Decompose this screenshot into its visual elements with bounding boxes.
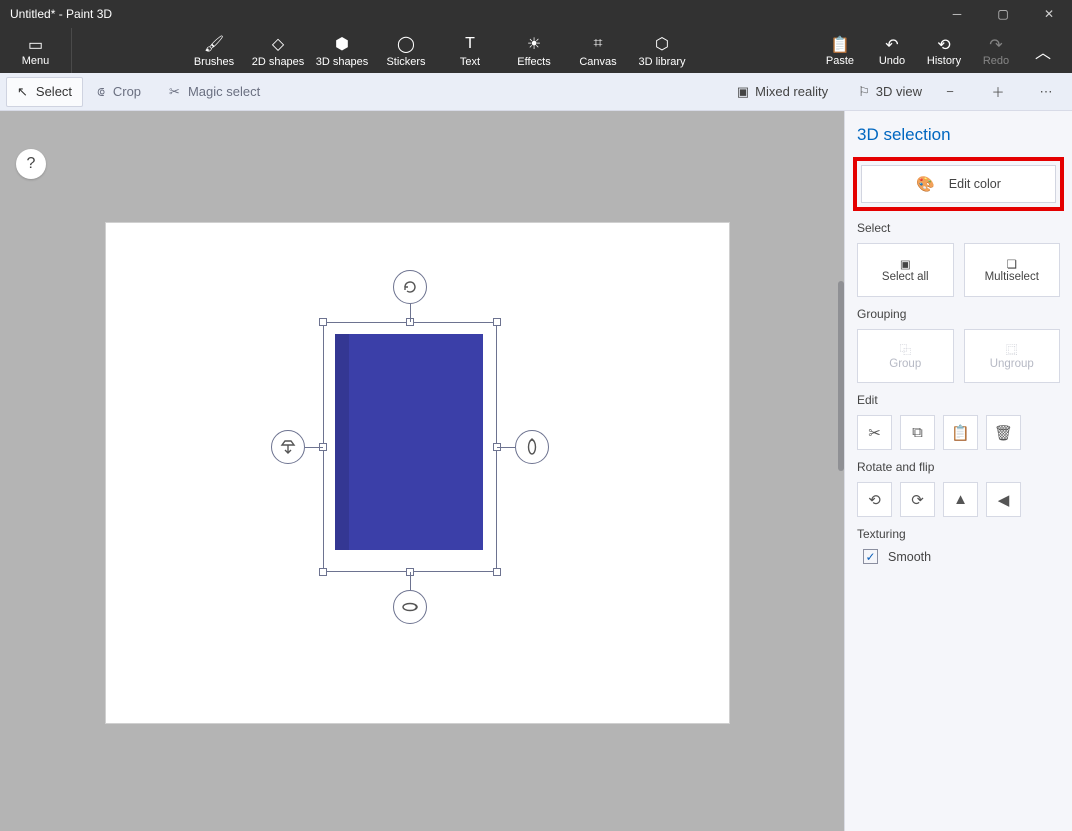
flip-v-icon: ◀: [998, 491, 1010, 509]
smooth-checkbox[interactable]: ✓ Smooth: [857, 549, 1060, 564]
edit-color-button[interactable]: 🎨 Edit color: [861, 165, 1056, 203]
scrollbar-thumb[interactable]: [838, 281, 844, 471]
crop-tool[interactable]: ⟃Crop: [83, 73, 155, 110]
magic-icon: ✂: [169, 84, 180, 100]
app-title: Untitled* - Paint 3D: [10, 7, 112, 21]
rotate-z-handle[interactable]: [393, 270, 427, 304]
3d-view-button[interactable]: ⚐3D view: [858, 84, 922, 100]
paste-button[interactable]: 📋Paste: [814, 28, 866, 73]
rotate-left-icon: ⟲: [868, 491, 881, 509]
history-button[interactable]: ⟲History: [918, 28, 970, 73]
zoom-in-button[interactable]: ＋: [978, 73, 1018, 110]
ungroup-icon: ⿴: [1006, 342, 1018, 358]
select-all-button[interactable]: ▣Select all: [857, 243, 954, 297]
text-icon: T: [465, 34, 475, 54]
copy-button[interactable]: ⧉: [900, 415, 935, 450]
help-button[interactable]: ?: [16, 149, 46, 179]
2d-shapes-tab[interactable]: ◇2D shapes: [246, 28, 310, 73]
multiselect-button[interactable]: ❏Multiselect: [964, 243, 1061, 297]
scissors-icon: ✂: [868, 424, 881, 442]
main-ribbon: ▭ Menu 🖌Brushes ◇2D shapes ⬢3D shapes ◯S…: [0, 28, 1072, 73]
palette-icon: 🎨: [916, 175, 935, 193]
scrollbar[interactable]: [838, 281, 844, 831]
brush-icon: 🖌: [204, 34, 224, 54]
multiselect-icon: ❏: [1007, 257, 1017, 271]
minimize-button[interactable]: ─: [934, 0, 980, 28]
zoom-out-button[interactable]: −: [930, 73, 970, 110]
chevron-up-icon: ︿: [1035, 41, 1051, 61]
copy-icon: ⧉: [912, 424, 923, 441]
2d-shape-icon: ◇: [272, 34, 284, 54]
flip-h-icon: ▲: [953, 491, 968, 508]
collapse-ribbon-button[interactable]: ︿: [1022, 28, 1064, 73]
clipboard-icon: 📋: [951, 424, 970, 442]
magic-select-tool[interactable]: ✂Magic select: [155, 73, 274, 110]
flip-horizontal-button[interactable]: ▲: [943, 482, 978, 517]
stickers-tab[interactable]: ◯Stickers: [374, 28, 438, 73]
group-button[interactable]: ⿻Group: [857, 329, 954, 383]
close-button[interactable]: ✕: [1026, 0, 1072, 28]
resize-handle-se[interactable]: [493, 568, 501, 576]
edit-color-highlight: 🎨 Edit color: [853, 157, 1064, 211]
resize-handle-sw[interactable]: [319, 568, 327, 576]
properties-sidebar: 3D selection 🎨 Edit color Select ▣Select…: [844, 111, 1072, 831]
cube-icon: ⬢: [335, 34, 349, 54]
effects-tab[interactable]: ☀Effects: [502, 28, 566, 73]
delete-button[interactable]: 🗑: [986, 415, 1021, 450]
maximize-button[interactable]: ▢: [980, 0, 1026, 28]
rotate-right-icon: ⟳: [911, 491, 924, 509]
depth-handle[interactable]: [271, 430, 305, 464]
mixed-reality-button[interactable]: ▣Mixed reality: [737, 84, 828, 100]
more-button[interactable]: ⋯: [1026, 73, 1066, 110]
3d-shapes-tab[interactable]: ⬢3D shapes: [310, 28, 374, 73]
paste-icon: 📋: [830, 35, 850, 55]
edit-section-label: Edit: [857, 393, 1060, 407]
texturing-section-label: Texturing: [857, 527, 1060, 541]
menu-button[interactable]: ▭ Menu: [0, 28, 72, 73]
rotate-y-handle[interactable]: [515, 430, 549, 464]
flip-vertical-button[interactable]: ◀: [986, 482, 1021, 517]
flag-icon: ⚐: [858, 84, 870, 100]
sub-toolbar: ↖Select ⟃Crop ✂Magic select ▣Mixed reali…: [0, 73, 1072, 111]
undo-button[interactable]: ↶Undo: [866, 28, 918, 73]
canvas-tab[interactable]: ⌗Canvas: [566, 28, 630, 73]
redo-button[interactable]: ↷Redo: [970, 28, 1022, 73]
checkbox-icon: ✓: [863, 549, 878, 564]
title-bar: Untitled* - Paint 3D ─ ▢ ✕: [0, 0, 1072, 28]
rotate-left-button[interactable]: ⟲: [857, 482, 892, 517]
cut-button[interactable]: ✂: [857, 415, 892, 450]
undo-icon: ↶: [885, 35, 898, 55]
sticker-icon: ◯: [397, 34, 415, 54]
select-tool[interactable]: ↖Select: [6, 77, 83, 107]
select-section-label: Select: [857, 221, 1060, 235]
sidebar-title: 3D selection: [857, 125, 1060, 145]
brushes-tab[interactable]: 🖌Brushes: [182, 28, 246, 73]
grouping-section-label: Grouping: [857, 307, 1060, 321]
trash-icon: 🗑: [994, 424, 1013, 442]
history-icon: ⟲: [937, 35, 950, 55]
3d-library-tab[interactable]: ⬡3D library: [630, 28, 694, 73]
mr-icon: ▣: [737, 84, 749, 100]
text-tab[interactable]: TText: [438, 28, 502, 73]
rotate-section-label: Rotate and flip: [857, 460, 1060, 474]
crop-icon: ⟃: [97, 84, 105, 100]
group-icon: ⿻: [900, 342, 912, 358]
pointer-icon: ↖: [17, 84, 28, 100]
selection-box[interactable]: [323, 322, 497, 572]
effects-icon: ☀: [527, 34, 541, 54]
select-all-icon: ▣: [900, 257, 911, 271]
library-icon: ⬡: [655, 34, 669, 54]
resize-handle-nw[interactable]: [319, 318, 327, 326]
selection-outline: [323, 322, 497, 572]
redo-icon: ↷: [989, 35, 1002, 55]
ungroup-button[interactable]: ⿴Ungroup: [964, 329, 1061, 383]
paste-button-side[interactable]: 📋: [943, 415, 978, 450]
folder-icon: ▭: [28, 35, 43, 55]
canvas-icon: ⌗: [593, 34, 602, 54]
rotate-right-button[interactable]: ⟳: [900, 482, 935, 517]
menu-label: Menu: [22, 55, 50, 67]
rotate-x-handle[interactable]: [393, 590, 427, 624]
canvas-area[interactable]: ?: [0, 111, 844, 831]
resize-handle-ne[interactable]: [493, 318, 501, 326]
